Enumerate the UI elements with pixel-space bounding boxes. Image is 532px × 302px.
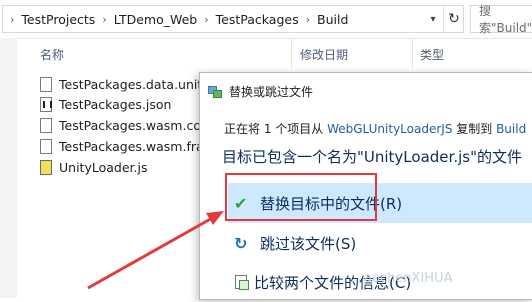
annotation-arrow [87, 211, 224, 290]
watermark: aochenXIHUA [364, 271, 453, 286]
